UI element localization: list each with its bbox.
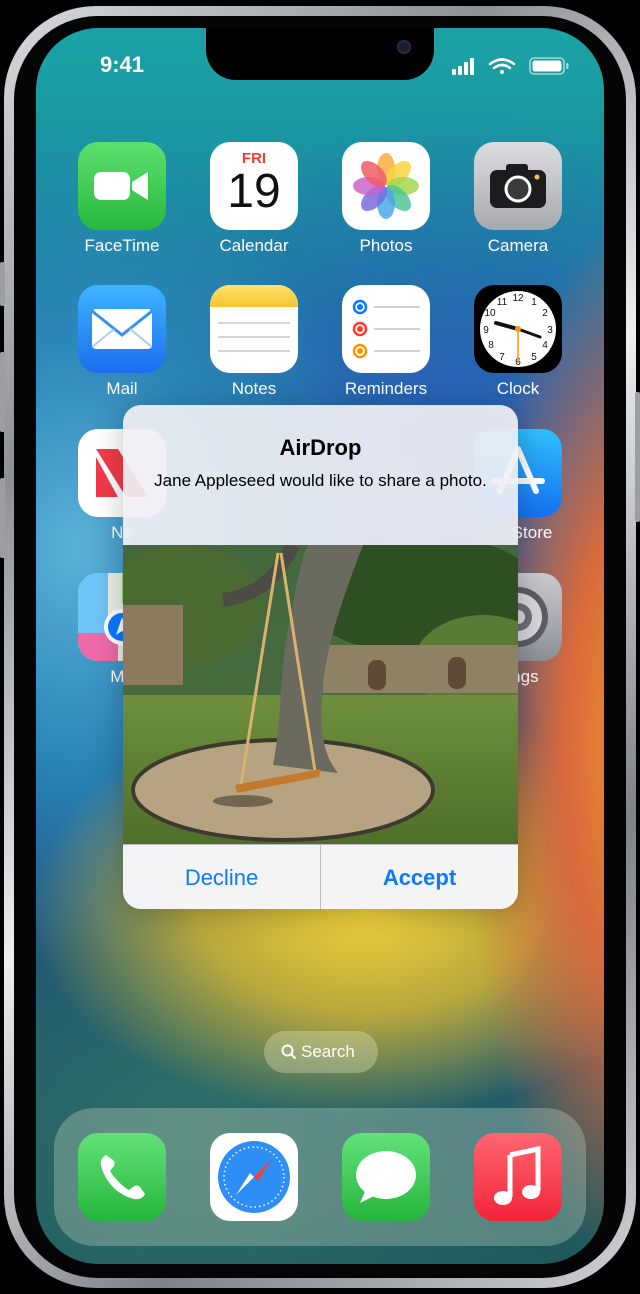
- accept-button[interactable]: Accept: [321, 845, 518, 909]
- home-search-button[interactable]: Search: [264, 1031, 378, 1073]
- silent-switch: [0, 262, 5, 306]
- svg-text:11: 11: [497, 297, 508, 308]
- app-reminders[interactable]: Reminders: [326, 285, 446, 399]
- app-photos[interactable]: Photos: [326, 142, 446, 256]
- status-time: 9:41: [100, 52, 145, 77]
- music-icon: [474, 1133, 562, 1221]
- dock: [54, 1108, 586, 1246]
- shared-photo-preview: [123, 535, 518, 845]
- app-clock[interactable]: 12123 4567 891011 Clock: [458, 285, 578, 399]
- facetime-icon: [78, 142, 166, 230]
- side-button: [635, 392, 640, 522]
- camera-icon: [474, 142, 562, 230]
- volume-down-button: [0, 478, 5, 558]
- notes-icon: [210, 285, 298, 373]
- status-indicators: [452, 56, 572, 76]
- svg-text:8: 8: [488, 340, 494, 351]
- notch: [206, 28, 434, 80]
- photos-icon: [342, 142, 430, 230]
- cellular-signal-icon: [452, 58, 474, 75]
- app-label: Reminders: [344, 379, 428, 398]
- svg-text:5: 5: [531, 352, 537, 363]
- app-label: FaceTime: [84, 236, 160, 255]
- decline-button[interactable]: Decline: [123, 845, 320, 909]
- reminders-icon: [342, 285, 430, 373]
- clock-icon: 12123 4567 891011: [474, 285, 562, 373]
- app-notes[interactable]: Notes: [194, 285, 314, 399]
- app-facetime[interactable]: FaceTime: [62, 142, 182, 256]
- home-screen: 9:41 FaceTime FRI 19 Calendar Photos Cam…: [36, 28, 604, 1264]
- app-label: Camera: [487, 236, 549, 255]
- svg-text:4: 4: [542, 340, 548, 351]
- svg-text:12: 12: [512, 293, 524, 304]
- calendar-date: 19: [227, 165, 281, 218]
- swing-photo: [123, 535, 518, 845]
- mail-icon: [78, 285, 166, 373]
- app-label: Clock: [496, 379, 540, 398]
- app-camera[interactable]: Camera: [458, 142, 578, 256]
- dock-safari[interactable]: [194, 1133, 314, 1221]
- alert-actions: Decline Accept: [123, 844, 518, 909]
- airdrop-alert: AirDrop Jane Appleseed would like to sha…: [123, 405, 518, 909]
- alert-title: AirDrop: [279, 435, 362, 460]
- svg-text:10: 10: [484, 308, 496, 319]
- app-label: Calendar: [219, 236, 289, 255]
- app-label: Mail: [106, 379, 138, 398]
- calendar-icon: FRI 19: [210, 142, 298, 230]
- app-label: Notes: [231, 379, 277, 398]
- safari-icon: [210, 1133, 298, 1221]
- search-icon: [281, 1044, 296, 1059]
- app-calendar[interactable]: FRI 19 Calendar: [194, 142, 314, 256]
- svg-text:1: 1: [531, 297, 537, 308]
- app-mail[interactable]: Mail: [62, 285, 182, 399]
- messages-icon: [342, 1133, 430, 1221]
- alert-message: Jane Appleseed would like to share a pho…: [154, 471, 487, 490]
- svg-text:7: 7: [499, 352, 505, 363]
- dock-music[interactable]: [458, 1133, 578, 1221]
- wifi-icon: [488, 58, 516, 74]
- battery-icon: [529, 57, 569, 75]
- dock-messages[interactable]: [326, 1133, 446, 1221]
- dock-phone[interactable]: [62, 1133, 182, 1221]
- volume-up-button: [0, 352, 5, 432]
- svg-text:9: 9: [483, 325, 489, 336]
- front-camera: [397, 40, 411, 54]
- phone-icon: [78, 1133, 166, 1221]
- svg-text:2: 2: [542, 308, 548, 319]
- status-icons: [452, 57, 569, 75]
- search-label: Search: [301, 1042, 355, 1061]
- app-label: Photos: [359, 236, 413, 255]
- svg-text:3: 3: [547, 325, 553, 336]
